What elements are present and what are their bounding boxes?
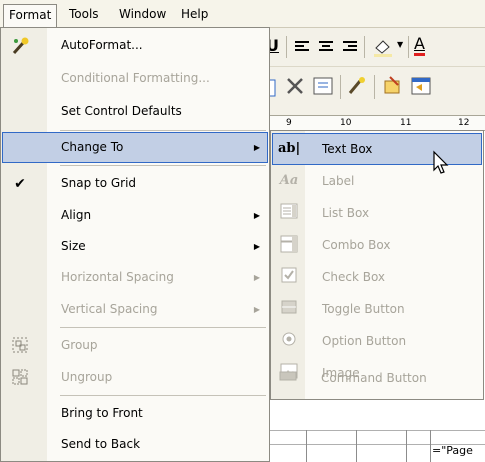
submenu-item-label: Check Box bbox=[322, 270, 386, 284]
font-color-icon[interactable]: A bbox=[414, 34, 425, 56]
horizontal-ruler: 9 10 11 12 bbox=[258, 115, 485, 131]
align-right-icon[interactable] bbox=[342, 40, 358, 54]
submenu-item-option-button[interactable]: Option Button bbox=[272, 325, 482, 357]
autoformat-toolbar-icon[interactable] bbox=[346, 75, 368, 97]
format-menu: AutoFormat... Conditional Formatting... … bbox=[0, 27, 270, 462]
submenu-item-check-box[interactable]: Check Box bbox=[272, 261, 482, 293]
menu-item-size[interactable]: Size ▶ bbox=[2, 231, 268, 262]
menu-tools[interactable]: Tools bbox=[64, 5, 104, 23]
menu-item-change-to[interactable]: Change To ▶ bbox=[2, 132, 268, 163]
submenu-item-combo-box[interactable]: Combo Box bbox=[272, 229, 482, 261]
properties-sheet-icon[interactable] bbox=[410, 75, 432, 97]
menu-separator bbox=[60, 327, 266, 328]
submenu-item-list-box[interactable]: List Box bbox=[272, 197, 482, 229]
toolbar-separator bbox=[340, 75, 341, 99]
command-button-icon bbox=[277, 368, 299, 388]
fill-color-dropdown-icon[interactable]: ▼ bbox=[397, 40, 403, 49]
fill-color-icon[interactable] bbox=[372, 36, 394, 58]
menu-item-label: Horizontal Spacing bbox=[61, 270, 174, 284]
menu-item-label: Set Control Defaults bbox=[61, 104, 182, 118]
menu-item-label: Change To bbox=[61, 140, 124, 154]
page-expression-text[interactable]: ="Page bbox=[432, 444, 473, 457]
submenu-item-label: List Box bbox=[322, 206, 370, 220]
submenu-item-command-button[interactable]: Command Button bbox=[271, 362, 481, 394]
align-left-icon[interactable] bbox=[294, 40, 310, 54]
menu-item-set-control-defaults[interactable]: Set Control Defaults bbox=[2, 96, 268, 127]
combobox-icon bbox=[278, 235, 300, 255]
menu-item-snap-to-grid[interactable]: ✔ Snap to Grid bbox=[2, 168, 268, 199]
toolbar-separator bbox=[408, 36, 409, 58]
menu-item-autoformat[interactable]: AutoFormat... bbox=[2, 30, 268, 61]
menu-item-label: Send to Back bbox=[61, 437, 141, 451]
textbox-icon: ab| bbox=[278, 141, 301, 156]
form-design-toolbar bbox=[258, 67, 485, 113]
submenu-arrow-icon: ▶ bbox=[253, 273, 260, 282]
mouse-cursor-icon bbox=[433, 150, 449, 174]
menu-item-bring-to-front[interactable]: Bring to Front bbox=[2, 398, 268, 429]
option-button-icon bbox=[278, 331, 300, 351]
menu-item-label: Conditional Formatting... bbox=[61, 71, 210, 85]
ruler-tick: 11 bbox=[400, 118, 412, 128]
ungroup-icon bbox=[10, 368, 30, 388]
submenu-item-toggle-button[interactable]: Toggle Button bbox=[272, 293, 482, 325]
menu-item-align[interactable]: Align ▶ bbox=[2, 200, 268, 231]
checkbox-icon bbox=[278, 267, 300, 287]
ruler-tick: 10 bbox=[340, 118, 352, 128]
menu-item-label: Size bbox=[61, 239, 86, 253]
menu-item-label: Bring to Front bbox=[61, 406, 143, 420]
menu-window[interactable]: Window bbox=[114, 5, 171, 23]
menu-item-vertical-spacing[interactable]: Vertical Spacing ▶ bbox=[2, 294, 268, 325]
menu-item-label: AutoFormat... bbox=[61, 38, 143, 52]
ruler-tick: 9 bbox=[286, 118, 292, 128]
menu-item-label: Vertical Spacing bbox=[61, 302, 158, 316]
control-border bbox=[430, 430, 431, 462]
menu-item-label: Snap to Grid bbox=[61, 176, 137, 190]
toolbar-separator bbox=[374, 75, 375, 99]
menu-item-send-to-back[interactable]: Send to Back bbox=[2, 429, 268, 460]
menu-item-horizontal-spacing[interactable]: Horizontal Spacing ▶ bbox=[2, 262, 268, 293]
menu-item-label: Align bbox=[61, 208, 92, 222]
menu-item-conditional-formatting[interactable]: Conditional Formatting... bbox=[2, 63, 268, 94]
align-center-icon[interactable] bbox=[318, 40, 334, 54]
submenu-arrow-icon: ▶ bbox=[253, 211, 260, 220]
control-border bbox=[356, 430, 357, 462]
submenu-item-label: Toggle Button bbox=[322, 302, 405, 316]
ruler-tick: 12 bbox=[458, 118, 470, 128]
toolbar-separator bbox=[364, 36, 365, 58]
label-icon: Aa bbox=[279, 173, 299, 188]
submenu-item-label: Command Button bbox=[321, 371, 427, 385]
menu-format[interactable]: Format bbox=[3, 4, 58, 29]
menu-separator bbox=[60, 130, 266, 131]
submenu-item-label: Option Button bbox=[322, 334, 407, 348]
menu-help[interactable]: Help bbox=[176, 5, 213, 23]
menu-item-ungroup[interactable]: Ungroup bbox=[2, 362, 268, 393]
submenu-arrow-icon: ▶ bbox=[253, 305, 260, 314]
toolbar-separator bbox=[286, 36, 287, 58]
autoformat-wand-icon bbox=[10, 36, 30, 56]
menu-item-group[interactable]: Group bbox=[2, 330, 268, 361]
menu-item-label: Ungroup bbox=[61, 370, 113, 384]
control-border bbox=[306, 430, 307, 462]
menu-separator bbox=[60, 165, 266, 166]
tab-order-icon[interactable] bbox=[382, 75, 404, 97]
group-icon bbox=[10, 336, 30, 356]
check-icon: ✔ bbox=[14, 176, 26, 192]
control-border bbox=[406, 430, 407, 462]
submenu-arrow-icon: ▶ bbox=[253, 242, 260, 251]
menu-item-label: Group bbox=[61, 338, 98, 352]
code-icon[interactable] bbox=[312, 75, 334, 97]
submenu-item-label: Label bbox=[322, 174, 355, 188]
submenu-arrow-icon: ▶ bbox=[253, 143, 260, 152]
listbox-icon bbox=[278, 203, 300, 223]
menu-bar: Format Tools Window Help bbox=[0, 0, 485, 29]
submenu-item-label: Text Box bbox=[322, 142, 373, 156]
grid-line bbox=[258, 430, 485, 431]
build-tools-icon[interactable] bbox=[284, 75, 306, 97]
toggle-button-icon bbox=[278, 299, 300, 319]
submenu-item-label: Combo Box bbox=[322, 238, 391, 252]
menu-separator bbox=[60, 395, 266, 396]
formatting-toolbar: U ▼ A bbox=[258, 30, 485, 67]
